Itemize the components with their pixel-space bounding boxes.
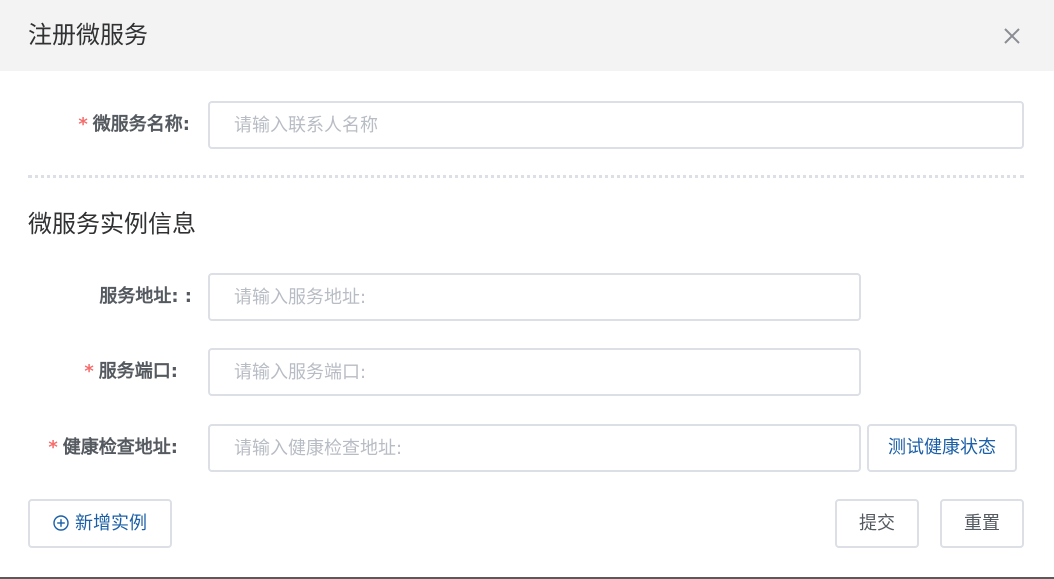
test-health-button[interactable]: 测试健康状态 — [867, 424, 1017, 472]
reset-button[interactable]: 重置 — [940, 499, 1024, 548]
service-address-input[interactable] — [208, 273, 861, 321]
service-address-label: 服务地址: : — [20, 273, 192, 321]
health-check-label: * 健康检查地址: — [10, 424, 178, 472]
required-marker: * — [48, 437, 58, 458]
dialog-header: 注册微服务 — [0, 0, 1054, 71]
service-port-label: * 服务端口: — [20, 348, 178, 396]
add-instance-label: 新增实例 — [75, 513, 147, 534]
service-port-label-text: 服务端口: — [98, 361, 178, 382]
close-icon — [1004, 28, 1020, 44]
service-port-input[interactable] — [208, 348, 861, 396]
add-instance-button[interactable]: 新增实例 — [28, 499, 172, 548]
section-divider — [28, 175, 1024, 178]
service-name-label-text: 微服务名称: — [92, 114, 190, 135]
health-check-input[interactable] — [208, 424, 861, 472]
service-name-label: * 微服务名称: — [40, 101, 190, 149]
required-marker: * — [78, 114, 88, 135]
register-microservice-dialog: 注册微服务 *微服务名称: 微服务实例信息 服务地址: : *服务端口: *健康… — [0, 0, 1054, 579]
health-check-label-text: 健康检查地址: — [62, 437, 178, 458]
dialog-title: 注册微服务 — [28, 21, 148, 49]
required-marker: * — [84, 361, 94, 382]
service-address-label-text: 服务地址: : — [99, 286, 192, 307]
plus-circle-icon — [53, 514, 69, 531]
close-button[interactable] — [999, 23, 1025, 49]
instance-section-title: 微服务实例信息 — [28, 210, 196, 238]
submit-button[interactable]: 提交 — [835, 499, 919, 548]
service-name-input[interactable] — [208, 101, 1024, 149]
